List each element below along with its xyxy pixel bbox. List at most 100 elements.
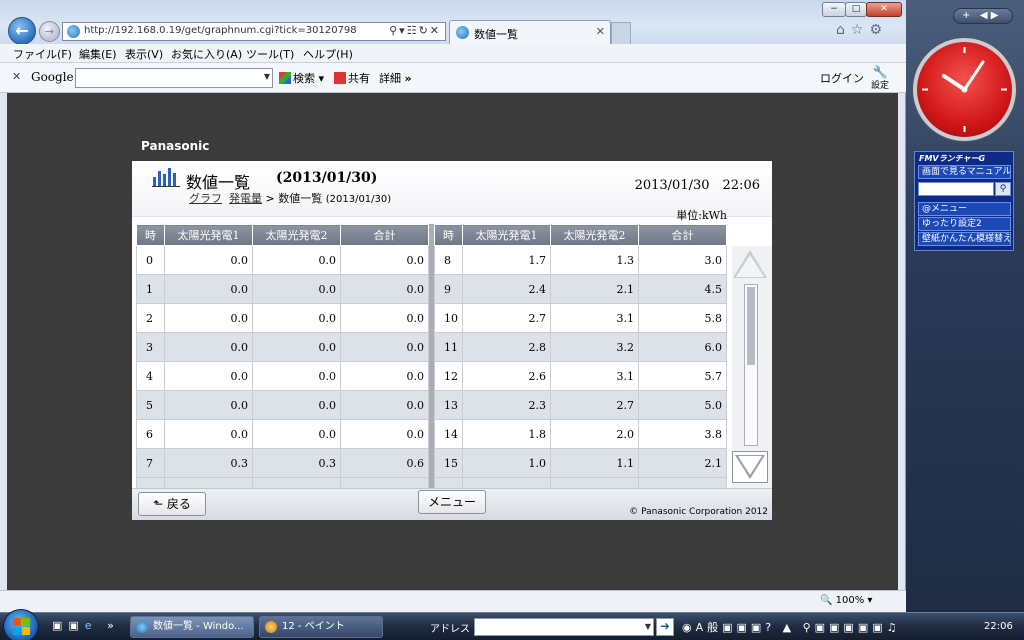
favorites-star-icon[interactable]: ☆ (851, 22, 870, 38)
minimize-button[interactable]: − (822, 2, 846, 17)
unit-label: 単位:kWh (676, 209, 727, 222)
close-window-button[interactable]: ✕ (866, 2, 902, 17)
detail-label: 詳細 (379, 72, 401, 85)
detail-button[interactable]: 詳細 » (379, 70, 412, 86)
scroll-up-arrow-inner (736, 255, 764, 277)
fmv-manual-link[interactable]: 画面で見るマニュアル (918, 165, 1011, 179)
tab-active[interactable]: 数値一覧 ✕ (449, 20, 611, 44)
current-datetime: 2013/01/30 22:06 (634, 178, 760, 193)
zoom-control[interactable]: 🔍 100% ▾ (820, 595, 872, 606)
cell-hour: 7 (136, 448, 165, 478)
browser-window: − □ ✕ ← → http://192.168.0.19/get/graphn… (0, 0, 906, 612)
tab-close-icon[interactable]: ✕ (596, 25, 605, 38)
cell-solar2: 0.3 (252, 448, 341, 478)
fmv-menu-link[interactable]: @メニュー (918, 202, 1011, 216)
copyright: © Panasonic Corporation 2012 (629, 507, 768, 517)
new-tab-button[interactable] (611, 22, 631, 44)
scroll-thumb[interactable] (747, 287, 755, 365)
menu-edit[interactable]: 編集(E) (79, 46, 117, 62)
taskbar-address-input[interactable]: ▼ (474, 618, 654, 636)
cell-hour: 11 (434, 332, 463, 362)
go-arrow-icon[interactable]: ➜ (656, 618, 674, 636)
cell-solar1: 1.8 (462, 419, 551, 449)
fmv-launcher-gadget: FMVランチャーG 画面で見るマニュアル ⚲ @メニュー ゆったり設定2 壁紙か… (914, 151, 1014, 251)
menu-file[interactable]: ファイル(F) (13, 46, 72, 62)
cell-solar2: 1.1 (550, 448, 639, 478)
cell-hour: 3 (136, 332, 165, 362)
google-search-input[interactable]: ▼ (75, 68, 273, 88)
address-url[interactable]: http://192.168.0.19/get/graphnum.cgi?tic… (84, 25, 357, 36)
settings-button[interactable]: 🔧 設定 (866, 66, 894, 91)
table-header-row: 時 太陽光発電1 太陽光発電2 合計 (136, 224, 429, 246)
more-chevron-icon: » (404, 72, 412, 85)
forward-arrow-icon[interactable]: → (39, 21, 60, 42)
breadcrumb-generation-link[interactable]: 発電量 (229, 192, 262, 205)
back-arrow-icon[interactable]: ← (8, 17, 36, 45)
ie-toolbar-icons[interactable]: ⌂☆⚙ (836, 22, 888, 38)
cell-solar1: 0.0 (164, 303, 253, 333)
menu-help[interactable]: ヘルプ(H) (303, 46, 353, 62)
search-icon[interactable]: ⚲ (995, 182, 1011, 196)
cell-solar1: 2.8 (462, 332, 551, 362)
table-body-left: 0 0.0 0.0 0.0 1 0.0 0.0 0.0 2 0.0 0.0 0.0 3 0.0 0.0 0.0… (136, 245, 429, 492)
address-tools-icons[interactable]: ⚲▾☷↻✕ (389, 24, 441, 37)
cell-solar2: 0.0 (252, 274, 341, 304)
address-bar[interactable]: http://192.168.0.19/get/graphnum.cgi?tic… (62, 22, 446, 41)
login-link[interactable]: ログイン (820, 70, 864, 86)
bar-chart-icon (152, 168, 180, 187)
cell-solar1: 0.0 (164, 274, 253, 304)
paint-icon (265, 621, 277, 633)
home-icon[interactable]: ⌂ (836, 22, 851, 38)
menu-favorites[interactable]: お気に入り(A) (171, 46, 242, 62)
cell-solar2: 0.0 (252, 245, 341, 275)
breadcrumb-graph-link[interactable]: グラフ (189, 192, 222, 205)
cell-total: 3.8 (638, 419, 727, 449)
menu-view[interactable]: 表示(V) (125, 46, 163, 62)
windows-logo-icon (13, 618, 30, 635)
task-browser[interactable]: 数値一覧 - Windo... (130, 616, 254, 638)
toolbar-close-icon[interactable]: ✕ (12, 70, 21, 83)
gear-icon[interactable]: ⚙ (869, 22, 888, 38)
gadget-toolbar[interactable]: + ◀ ▶ (953, 8, 1013, 24)
cell-total: 2.1 (638, 448, 727, 478)
share-button[interactable]: 共有 (334, 70, 370, 86)
col-total: 合計 (638, 224, 727, 246)
cell-total: 0.0 (340, 332, 429, 362)
cell-total: 0.0 (340, 274, 429, 304)
panel-footer: ⬑ 戻る メニュー © Panasonic Corporation 2012 (132, 488, 772, 520)
fmv-settings-link[interactable]: ゆったり設定2 (918, 217, 1011, 231)
system-tray-icons[interactable]: ◉A般▣▣▣? ▲ ⚲▣▣▣▣▣♫ (682, 619, 900, 635)
dropdown-arrow-icon[interactable]: ▼ (645, 622, 651, 631)
cell-solar1: 1.0 (462, 448, 551, 478)
maximize-button[interactable]: □ (845, 2, 867, 17)
scroll-down-button[interactable] (732, 451, 768, 483)
cell-hour: 14 (434, 419, 463, 449)
zoom-icon: 🔍 (820, 595, 833, 606)
cell-solar1: 0.0 (164, 390, 253, 420)
fmv-search-input[interactable] (918, 182, 994, 196)
cell-total: 3.0 (638, 245, 727, 275)
data-panel: 数値一覧 (2013/01/30) グラフ 発電量 > 数値一覧 (2013/0… (132, 161, 772, 520)
dropdown-arrow-icon[interactable]: ▼ (264, 72, 270, 81)
start-button[interactable] (3, 609, 39, 640)
cell-solar1: 0.0 (164, 361, 253, 391)
cell-hour: 9 (434, 274, 463, 304)
cell-hour: 4 (136, 361, 165, 391)
cell-solar2: 0.0 (252, 361, 341, 391)
taskbar-clock[interactable]: 22:06 (984, 621, 1013, 632)
scroll-track[interactable] (744, 284, 758, 446)
quick-launch-icons[interactable]: ▣▣e » (52, 619, 120, 632)
task-paint[interactable]: 12 - ペイント (259, 616, 383, 638)
task-paint-label: 12 - ペイント (282, 621, 345, 632)
menu-tools[interactable]: ツール(T) (246, 46, 294, 62)
breadcrumb: グラフ 発電量 > 数値一覧 (2013/01/30) (189, 190, 391, 206)
cell-solar2: 0.0 (252, 332, 341, 362)
menu-button[interactable]: メニュー (418, 490, 486, 514)
table-scrollbar[interactable] (732, 246, 772, 488)
cell-solar1: 2.6 (462, 361, 551, 391)
back-button[interactable]: ⬑ 戻る (138, 492, 206, 516)
hourly-table-left: 時 太陽光発電1 太陽光発電2 合計 0 0.0 0.0 0.0 1 0.0 0.0 0.0 2… (136, 224, 429, 492)
cell-solar2: 0.0 (252, 390, 341, 420)
google-search-button[interactable]: 検索 ▾ (279, 70, 324, 86)
fmv-wallpaper-link[interactable]: 壁紙かんたん模様替え (918, 232, 1011, 246)
